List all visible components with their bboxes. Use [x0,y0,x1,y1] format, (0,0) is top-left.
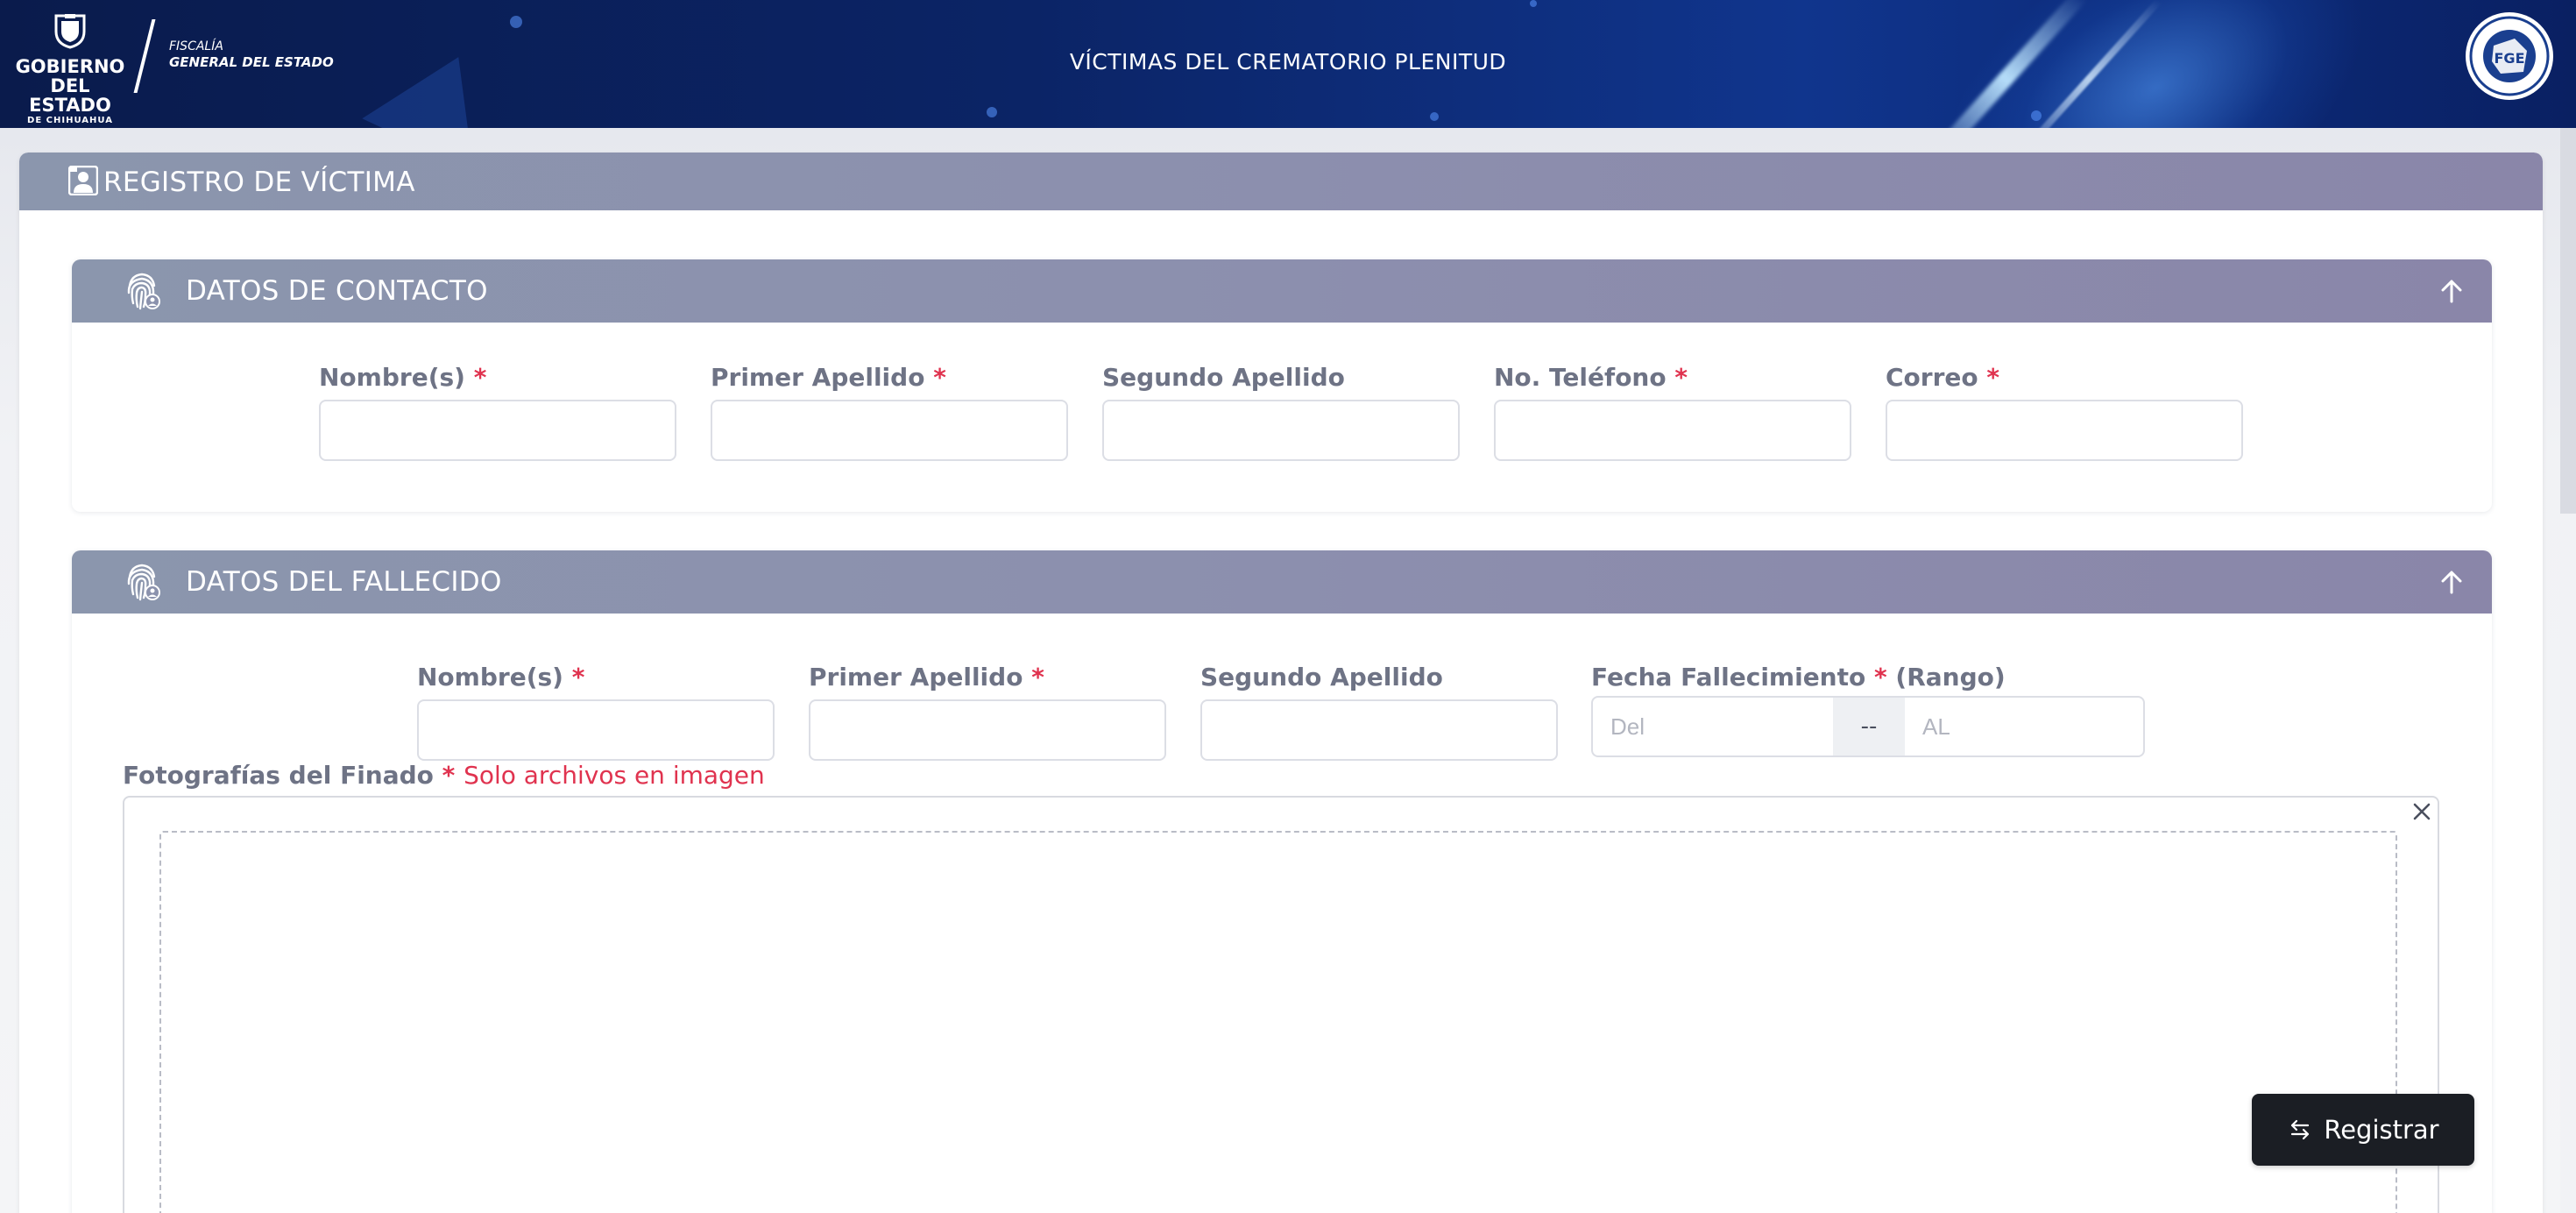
field-label: Segundo Apellido [1200,663,1443,692]
registro-card-title: REGISTRO DE VÍCTIMA [103,167,415,198]
page-edge [2560,514,2576,1213]
field-label: Correo * [1886,363,2000,392]
fingerprint-icon [127,564,160,601]
fallecido-segundo-apellido-field: Segundo Apellido [1200,663,1558,761]
fallecido-nombre-field: Nombre(s) * [417,663,775,761]
state-shield-icon [54,14,86,49]
header-dot [1530,0,1537,7]
contacto-nombre-input[interactable] [319,400,676,461]
fecha-fallecimiento-field: Fecha Fallecimiento * (Rango) [1591,663,2006,692]
fge-seal-icon: FGE [2466,12,2553,100]
contacto-segundo-apellido-field: Segundo Apellido [1102,363,1460,461]
fingerprint-icon [127,273,160,310]
swap-arrows-icon [2291,1119,2310,1140]
field-label: Fecha Fallecimiento * (Rango) [1591,663,2006,692]
header-decoration [362,31,514,128]
fecha-range-separator: -- [1833,696,1905,757]
contacto-section-title: DATOS DE CONTACTO [186,275,488,307]
field-label: Primer Apellido * [711,363,946,392]
registro-card-header: REGISTRO DE VÍCTIMA [19,153,2543,210]
field-label: Segundo Apellido [1102,363,1345,392]
arrow-up-icon[interactable] [2436,275,2467,307]
field-label: Nombre(s) * [319,363,487,392]
contacto-correo-input[interactable] [1886,400,2243,461]
fallecido-primer-apellido-field: Primer Apellido * [809,663,1166,761]
logo-text: DEL ESTADO [29,75,111,116]
fallecido-primer-apellido-input[interactable] [809,699,1166,761]
field-label: Primer Apellido * [809,663,1044,692]
close-icon[interactable] [2408,798,2436,826]
contacto-primer-apellido-input[interactable] [711,400,1068,461]
arrow-up-icon[interactable] [2436,566,2467,598]
page-title: VÍCTIMAS DEL CREMATORIO PLENITUD [1069,49,1507,74]
contacto-section-header[interactable]: DATOS DE CONTACTO [72,259,2492,323]
contacto-section: DATOS DE CONTACTO Nombre(s) * Primer Ape… [72,259,2492,512]
fecha-del-input[interactable] [1591,696,1833,757]
photos-dropzone[interactable] [159,831,2397,1213]
svg-text:FGE: FGE [2495,50,2525,67]
scrollbar-track[interactable] [2560,128,2576,514]
header-dot [2031,110,2042,121]
fallecido-segundo-apellido-input[interactable] [1200,699,1558,761]
contacto-telefono-input[interactable] [1494,400,1851,461]
header-dot [987,107,997,117]
contacto-segundo-apellido-input[interactable] [1102,400,1460,461]
field-label: Nombre(s) * [417,663,585,692]
register-button[interactable]: Registrar [2252,1094,2474,1166]
header-dot [1430,112,1439,121]
logo-text: DE CHIHUAHUA [27,116,113,125]
fallecido-section-header[interactable]: DATOS DEL FALLECIDO [72,550,2492,614]
contacto-nombre-field: Nombre(s) * [319,363,676,461]
fecha-al-input[interactable] [1905,696,2145,757]
fallecido-nombre-input[interactable] [417,699,775,761]
contacto-correo-field: Correo * [1886,363,2243,461]
fallecido-section-title: DATOS DEL FALLECIDO [186,566,502,598]
fecha-range: -- [1591,696,2145,757]
field-label: No. Teléfono * [1494,363,1688,392]
photos-label: Fotografías del Finado * Solo archivos e… [123,761,765,790]
header-dot [510,16,522,28]
user-id-icon [68,166,98,195]
register-button-label: Registrar [2324,1115,2439,1145]
contacto-telefono-field: No. Teléfono * [1494,363,1851,461]
top-header: GOBIERNO DEL ESTADO DE CHIHUAHUA FISCALÍ… [0,0,2576,128]
contacto-primer-apellido-field: Primer Apellido * [711,363,1068,461]
